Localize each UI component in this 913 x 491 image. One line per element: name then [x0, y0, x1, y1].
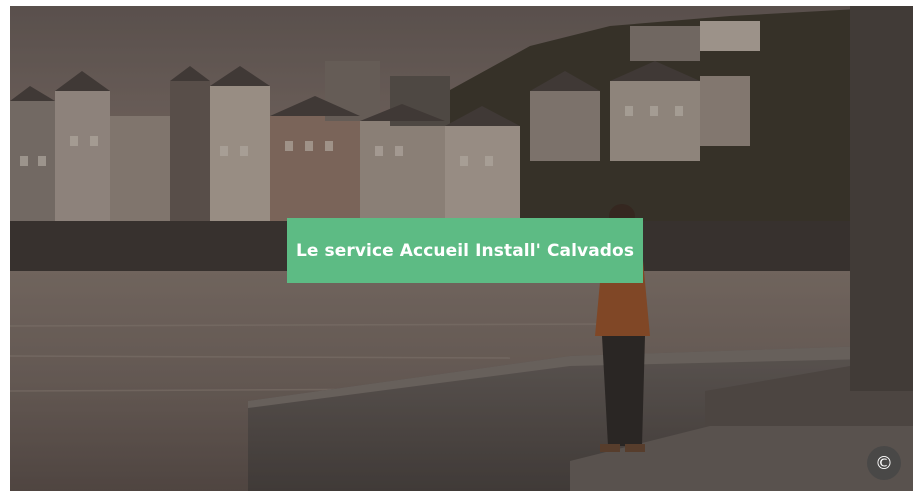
hero-banner: Le service Accueil Install' Calvados © [10, 6, 913, 491]
copyright-icon[interactable]: © [867, 446, 901, 480]
accueil-install-calvados-button[interactable]: Le service Accueil Install' Calvados [287, 218, 643, 283]
